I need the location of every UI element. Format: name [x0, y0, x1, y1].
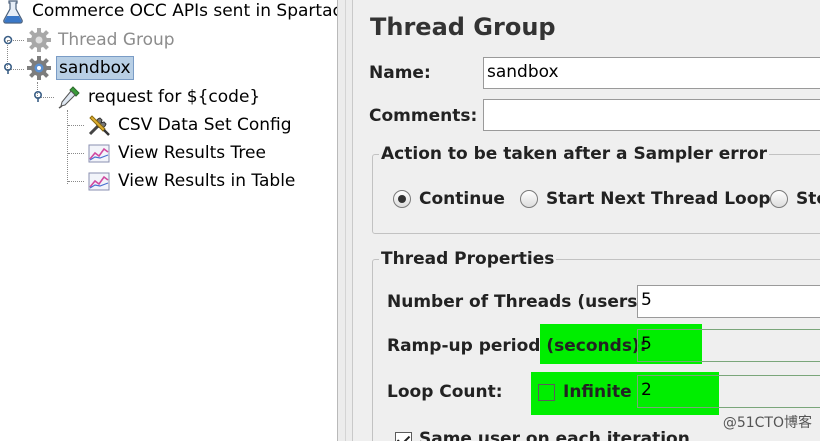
tree-item-label: sandbox — [56, 56, 134, 80]
rampup-input[interactable]: 5 — [637, 329, 820, 362]
radio-label: Start Next Thread Loop — [546, 189, 771, 209]
radio-checked-icon — [393, 190, 411, 208]
panel-title: Thread Group — [370, 13, 556, 41]
tree-item-label: Commerce OCC APIs sent in Spartacu — [32, 1, 337, 21]
radio-unchecked-icon — [520, 190, 538, 208]
loop-count-label: Loop Count: — [387, 382, 503, 402]
tree-item-label: View Results in Table — [118, 171, 296, 191]
graph-icon — [88, 144, 110, 163]
infinite-checkbox[interactable] — [538, 384, 555, 401]
tree-connector — [68, 153, 84, 154]
radio-label: Continue — [419, 189, 505, 209]
gear-icon — [27, 56, 51, 80]
gear-icon — [27, 28, 51, 52]
rampup-label: Ramp-up period (seconds): — [387, 336, 647, 356]
name-label: Name: — [369, 63, 431, 83]
tree-item-thread-group[interactable]: Thread Group — [26, 27, 177, 53]
tree-item-sandbox[interactable]: sandbox — [26, 55, 134, 81]
radio-continue[interactable]: Continue — [393, 189, 505, 209]
tree-item-label: View Results Tree — [118, 143, 266, 163]
tree-connector — [68, 181, 84, 182]
threads-input[interactable]: 5 — [637, 285, 820, 318]
name-input[interactable]: sandbox — [483, 57, 820, 89]
tree-item-view-results-tree[interactable]: View Results Tree — [86, 140, 268, 166]
sampler-error-title: Action to be taken after a Sampler error — [379, 144, 770, 164]
flask-icon — [3, 0, 23, 24]
watermark: @51CTO博客 — [722, 415, 812, 431]
comments-label: Comments: — [369, 106, 478, 126]
radio-stop[interactable]: Sto — [770, 189, 820, 209]
tree-item-view-results-in-table[interactable]: View Results in Table — [86, 168, 297, 194]
test-plan-tree: Commerce OCC APIs sent in Spartacu Threa… — [0, 0, 337, 441]
loop-count-input[interactable]: 2 — [637, 375, 820, 408]
infinite-label: Infinite — [563, 382, 632, 402]
thread-properties-title: Thread Properties — [379, 249, 557, 269]
wrench-screwdriver-icon — [88, 115, 110, 136]
thread-group-panel: Thread Group Name: sandbox Comments: Act… — [353, 0, 820, 441]
tree-item-label: CSV Data Set Config — [118, 115, 292, 135]
tree-connector — [67, 110, 68, 184]
expander-expanded-icon[interactable] — [32, 90, 44, 102]
tree-item-request[interactable]: request for ${code} — [56, 84, 262, 110]
radio-unchecked-icon — [770, 190, 788, 208]
tree-item-test-plan[interactable]: Commerce OCC APIs sent in Spartacu — [0, 0, 337, 24]
pipette-icon — [58, 86, 80, 109]
same-user-checkbox[interactable] — [395, 432, 412, 441]
comments-input[interactable] — [483, 99, 820, 131]
radio-start-next-thread-loop[interactable]: Start Next Thread Loop — [520, 189, 771, 209]
tree-item-label: Thread Group — [58, 30, 175, 50]
tree-item-csv-data-set-config[interactable]: CSV Data Set Config — [86, 112, 294, 138]
divider-groove — [345, 0, 346, 441]
expander-expanded-icon[interactable] — [2, 62, 14, 74]
radio-label: Sto — [796, 189, 820, 209]
split-pane-divider[interactable] — [337, 0, 353, 441]
threads-label: Number of Threads (users): — [387, 292, 652, 312]
same-user-label: Same user on each iteration — [419, 429, 690, 441]
expander-collapsed-icon[interactable] — [2, 34, 14, 46]
tree-item-label: request for ${code} — [88, 87, 261, 107]
graph-icon — [88, 172, 110, 191]
tree-connector — [68, 125, 84, 126]
